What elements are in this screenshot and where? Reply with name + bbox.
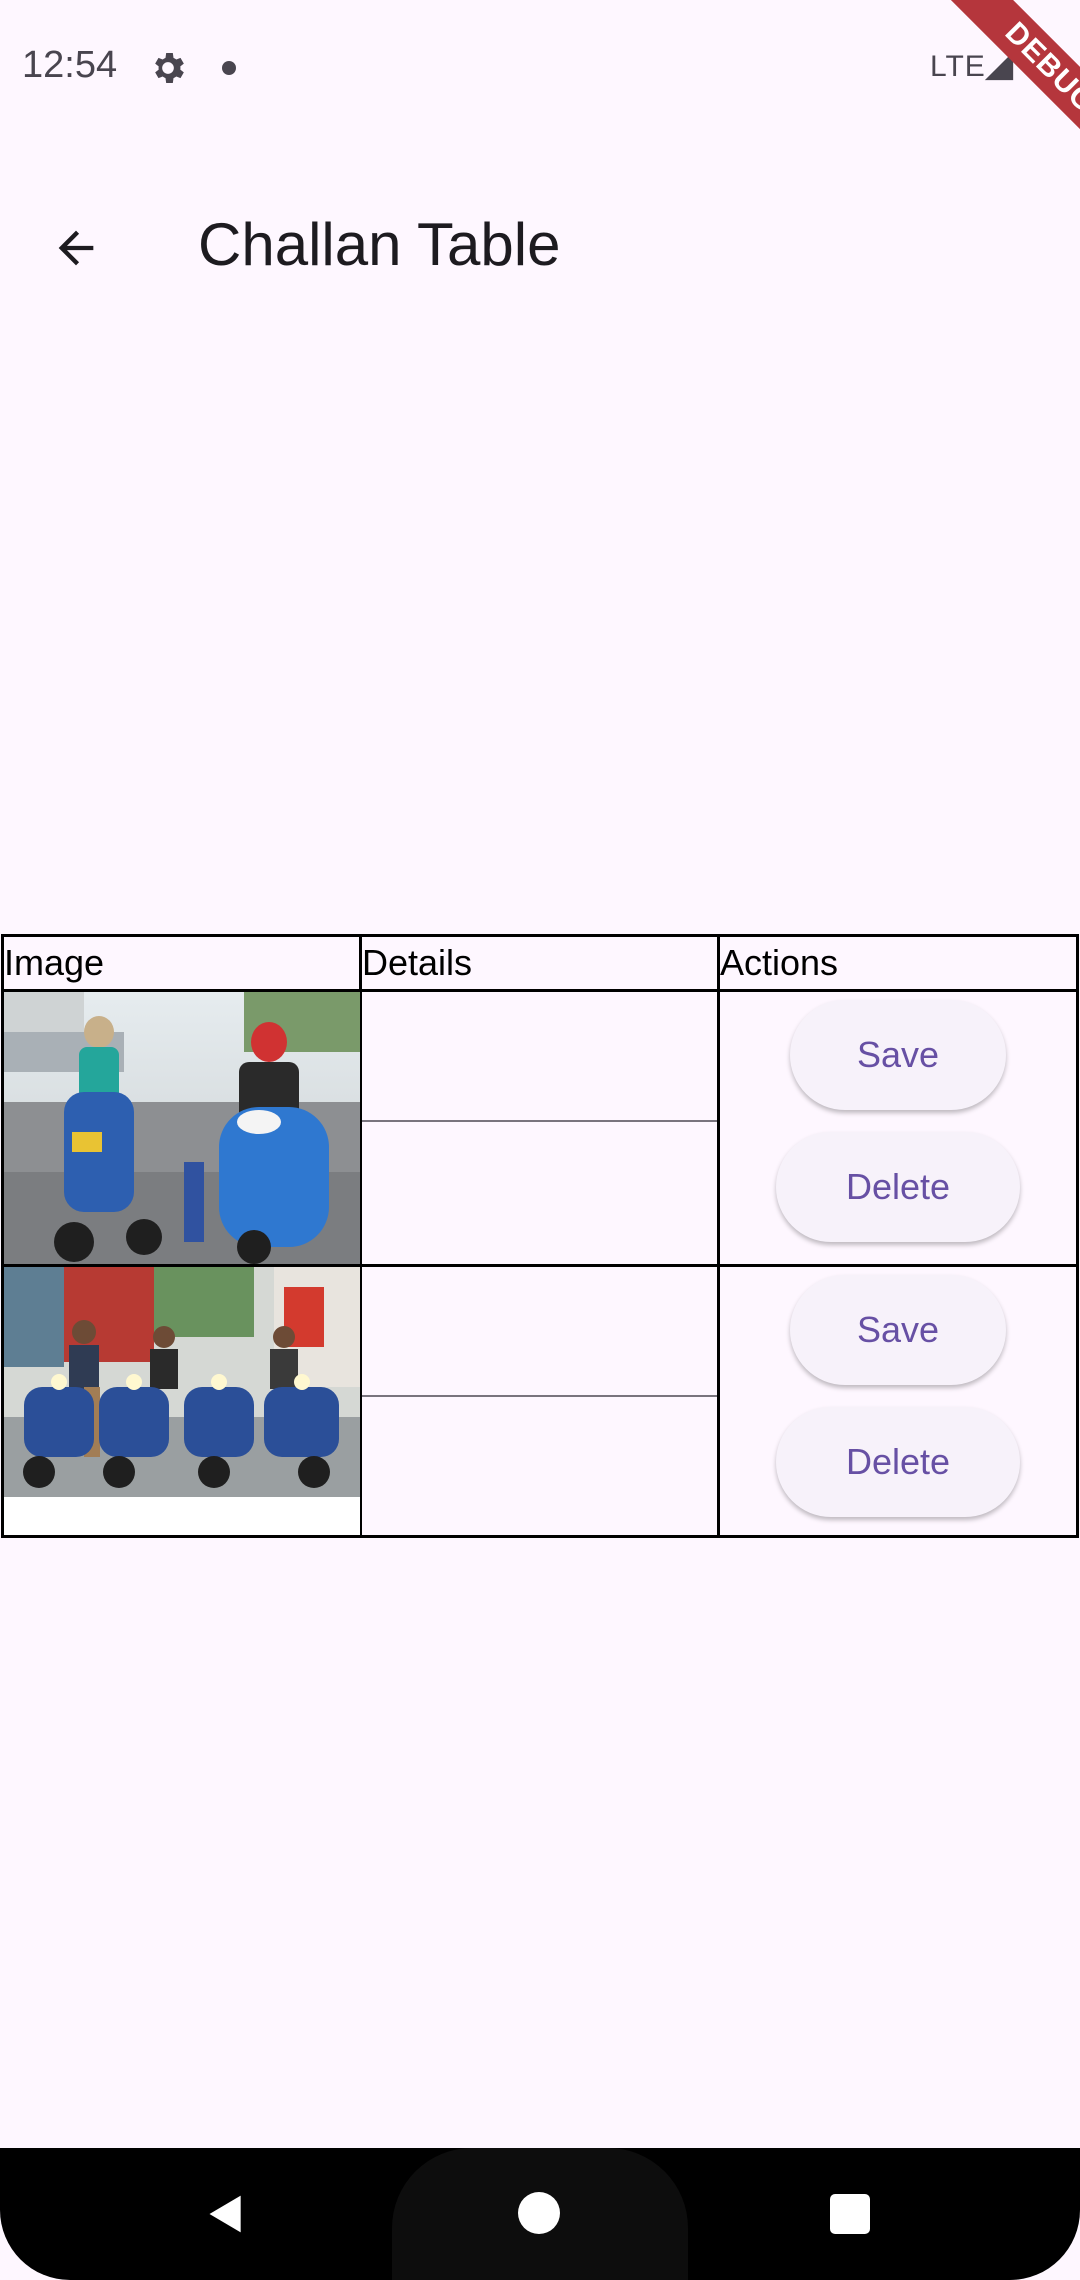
details-field[interactable] (361, 992, 717, 1122)
actions-cell: Save Delete (716, 989, 1080, 1267)
save-button[interactable]: Save (789, 1275, 1006, 1385)
image-cell (1, 989, 362, 1267)
details-cell (358, 1264, 720, 1538)
actions-cell: Save Delete (716, 1264, 1080, 1538)
header-actions: Actions (716, 934, 1080, 992)
details-field[interactable] (361, 1267, 717, 1397)
image-cell (1, 1264, 362, 1538)
header-image: Image (1, 934, 362, 992)
table-header-row: Image Details Actions (1, 934, 1080, 992)
table-row: Save Delete (1, 989, 1080, 1267)
delete-button[interactable]: Delete (775, 1132, 1020, 1242)
status-bar: 12:54 LTE DEBUG (0, 0, 1080, 190)
page-title: Challan Table (198, 211, 561, 278)
nav-home-icon[interactable] (518, 2192, 560, 2234)
details-field[interactable] (362, 1397, 717, 1531)
details-field[interactable] (362, 1122, 717, 1260)
details-cell (358, 989, 720, 1267)
challan-table: Image Details Actions Save Delete Save D… (1, 934, 1080, 1538)
status-time: 12:54 (22, 44, 118, 86)
notification-dot-icon (222, 61, 236, 75)
challan-photo (4, 1267, 360, 1535)
table-row: Save Delete (1, 1264, 1080, 1538)
nav-recents-icon[interactable] (830, 2194, 870, 2234)
app-bar: Challan Table (0, 136, 1080, 356)
save-button[interactable]: Save (789, 1000, 1006, 1110)
arrow-back-icon (58, 230, 94, 266)
challan-photo (4, 992, 360, 1264)
network-type: LTE (930, 50, 986, 83)
header-details: Details (358, 934, 720, 992)
nav-back-icon[interactable] (204, 2192, 248, 2236)
back-button[interactable] (40, 212, 112, 284)
settings-gear-icon (155, 53, 184, 83)
delete-button[interactable]: Delete (775, 1407, 1020, 1517)
system-nav-bar (0, 2148, 1080, 2280)
